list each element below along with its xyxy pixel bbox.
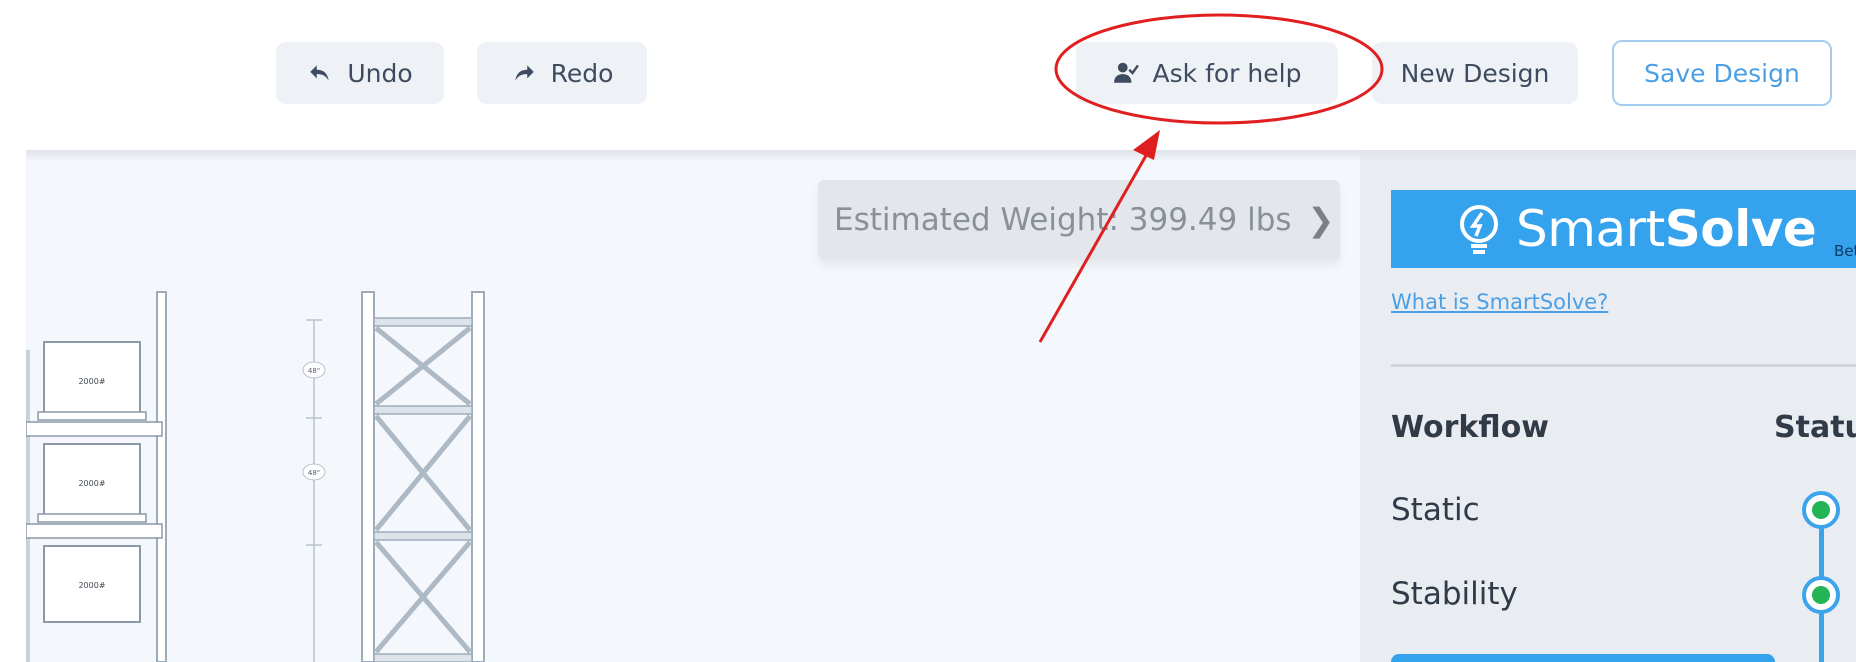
rack-beam xyxy=(26,523,163,539)
redo-button[interactable]: Redo xyxy=(477,42,647,104)
save-design-button[interactable]: Save Design xyxy=(1612,40,1832,106)
status-heading: Status xyxy=(1774,410,1856,445)
status-ok-icon xyxy=(1802,576,1840,614)
box-label: 2000# xyxy=(78,377,105,386)
new-design-label: New Design xyxy=(1400,58,1550,88)
smartsolve-action-button[interactable] xyxy=(1391,654,1775,662)
ask-for-help-button[interactable]: Ask for help xyxy=(1076,42,1338,104)
smartsolve-logo: SmartSolve xyxy=(1516,200,1817,258)
beta-badge: Beta xyxy=(1834,242,1856,260)
rack-drawing: 2000# 2000# 2000# 48" 48" xyxy=(26,291,485,662)
box-label: 2000# xyxy=(78,479,105,488)
undo-button[interactable]: Undo xyxy=(276,42,444,104)
what-is-smartsolve-link[interactable]: What is SmartSolve? xyxy=(1391,290,1608,314)
svg-text:48": 48" xyxy=(308,469,320,477)
dimension-label: 48" xyxy=(302,463,326,481)
chevron-right-icon: ❯ xyxy=(1307,201,1335,239)
new-design-button[interactable]: New Design xyxy=(1372,42,1578,104)
svg-text:48": 48" xyxy=(308,367,320,375)
box-label: 2000# xyxy=(78,581,105,590)
redo-label: Redo xyxy=(550,58,614,88)
dimension-label: 48" xyxy=(302,361,326,379)
estimated-weight-chip[interactable]: Estimated Weight: 399.49 lbs ❯ xyxy=(818,180,1340,260)
rack-beam xyxy=(26,421,163,437)
workflow-step-static[interactable]: Static xyxy=(1391,492,1480,528)
estimated-weight-text: Estimated Weight: 399.49 lbs xyxy=(834,202,1292,238)
frame-upright[interactable] xyxy=(361,291,485,662)
rack-upright-right xyxy=(156,291,167,662)
status-ok-icon xyxy=(1802,491,1840,529)
undo-icon xyxy=(310,65,330,81)
lightbulb-icon xyxy=(1460,205,1498,254)
pallet-box-1[interactable]: 2000# xyxy=(37,341,147,421)
pallet-box-3[interactable]: 2000# xyxy=(43,545,141,623)
ask-for-help-label: Ask for help xyxy=(1152,58,1302,88)
rack-upright-left xyxy=(26,350,30,662)
redo-icon xyxy=(514,65,534,81)
pallet-box-2[interactable]: 2000# xyxy=(37,443,147,523)
panel-divider xyxy=(1391,364,1856,367)
workflow-heading: Workflow xyxy=(1391,410,1549,445)
user-help-icon xyxy=(1113,62,1139,83)
undo-label: Undo xyxy=(347,58,413,88)
smartsolve-banner: SmartSolve Beta xyxy=(1391,190,1856,268)
top-toolbar: Undo Redo Ask for help New Design Save D… xyxy=(0,0,1856,150)
workflow-step-stability[interactable]: Stability xyxy=(1391,576,1518,612)
save-design-label: Save Design xyxy=(1644,58,1800,88)
app-window: Undo Redo Ask for help New Design Save D… xyxy=(0,0,1856,662)
